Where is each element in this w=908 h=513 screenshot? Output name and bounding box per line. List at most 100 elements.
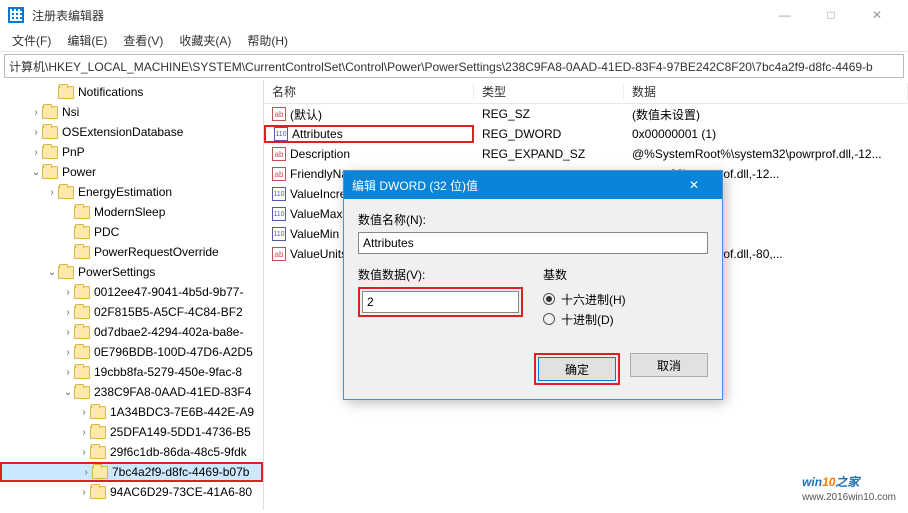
value-data-label: 数值数据(V): (358, 266, 523, 283)
tree-node[interactable]: › 0E796BDB-100D-47D6-A2D5 (0, 342, 263, 362)
tree-node[interactable]: ›19cbb8fa-5279-450e-9fac-8 (0, 362, 263, 382)
tree-node[interactable]: ModernSleep (0, 202, 263, 222)
tree-label: 0E796BDB-100D-47D6-A2D5 (94, 345, 253, 359)
chevron-icon[interactable]: › (62, 287, 74, 298)
tree-label: EnergyEstimation (78, 185, 172, 199)
tree-node[interactable]: ›7bc4a2f9-d8fc-4469-b07b (0, 462, 263, 482)
chevron-icon[interactable]: › (30, 107, 42, 118)
chevron-icon[interactable]: › (78, 407, 90, 418)
chevron-icon[interactable]: › (30, 147, 42, 158)
tree-node[interactable]: › PnP (0, 142, 263, 162)
tree-label: 0012ee47-9041-4b5d-9b77- (94, 285, 243, 299)
tree-label: Nsi (62, 105, 79, 119)
list-row[interactable]: abDescriptionREG_EXPAND_SZ@%SystemRoot%\… (264, 144, 908, 164)
value-name-input[interactable] (358, 232, 708, 254)
chevron-icon[interactable]: › (78, 487, 90, 498)
tree-node[interactable]: PDC (0, 222, 263, 242)
tree-label: ModernSleep (94, 205, 165, 219)
maximize-button[interactable]: □ (808, 0, 854, 30)
tree-node[interactable]: ›0d7dbae2-4294-402a-ba8e- (0, 322, 263, 342)
folder-icon (58, 266, 74, 279)
chevron-icon[interactable]: › (62, 367, 74, 378)
tree-node[interactable]: ›25DFA149-5DD1-4736-B5 (0, 422, 263, 442)
value-name: ValueMax (290, 207, 342, 221)
folder-icon (74, 246, 90, 259)
value-data-input[interactable] (362, 291, 519, 313)
string-icon: ab (272, 167, 286, 181)
chevron-icon[interactable]: › (80, 467, 92, 478)
menu-help[interactable]: 帮助(H) (239, 32, 296, 49)
tree-label: PnP (62, 145, 85, 159)
tree-node[interactable]: › EnergyEstimation (0, 182, 263, 202)
tree-node[interactable]: ⌄ 238C9FA8-0AAD-41ED-83F4 (0, 382, 263, 402)
tree-node[interactable]: ›1A34BDC3-7E6B-442E-A9 (0, 402, 263, 422)
menu-bar: 文件(F) 编辑(E) 查看(V) 收藏夹(A) 帮助(H) (0, 30, 908, 52)
chevron-icon[interactable]: › (46, 187, 58, 198)
value-name: Attributes (292, 127, 343, 141)
value-name: ValueMin (290, 227, 339, 241)
folder-icon (74, 326, 90, 339)
menu-view[interactable]: 查看(V) (115, 32, 171, 49)
value-name-label: 数值名称(N): (358, 211, 708, 228)
value-type: REG_EXPAND_SZ (474, 147, 624, 161)
cancel-button[interactable]: 取消 (630, 353, 708, 377)
radio-hex-icon (543, 293, 555, 305)
value-type: REG_SZ (474, 107, 624, 121)
chevron-icon[interactable]: › (78, 447, 90, 458)
address-bar[interactable]: 计算机\HKEY_LOCAL_MACHINE\SYSTEM\CurrentCon… (4, 54, 904, 78)
chevron-icon[interactable]: › (30, 127, 42, 138)
tree-node[interactable]: ›OSExtensionDatabase (0, 122, 263, 142)
radio-dec[interactable]: 十进制(D) (543, 309, 708, 329)
binary-icon: 110 (272, 227, 286, 241)
list-row[interactable]: 110 Attributes REG_DWORD0x00000001 (1) (264, 124, 908, 144)
ok-button[interactable]: 确定 (538, 357, 616, 381)
radio-hex[interactable]: 十六进制(H) (543, 289, 708, 309)
tree-label: PowerRequestOverride (94, 245, 219, 259)
radio-dec-icon (543, 313, 555, 325)
value-data: 0x00000001 (1) (624, 127, 908, 141)
chevron-icon[interactable]: › (62, 307, 74, 318)
menu-file[interactable]: 文件(F) (4, 32, 59, 49)
chevron-icon[interactable]: ⌄ (30, 167, 42, 178)
binary-icon: 110 (274, 127, 288, 141)
tree-label: 02F815B5-A5CF-4C84-BF2 (94, 305, 243, 319)
tree-label: 238C9FA8-0AAD-41ED-83F4 (94, 385, 251, 399)
chevron-icon[interactable]: ⌄ (46, 267, 58, 278)
menu-favorites[interactable]: 收藏夹(A) (171, 32, 239, 49)
tree-node[interactable]: Notifications (0, 82, 263, 102)
chevron-icon[interactable]: ⌄ (62, 387, 74, 398)
folder-icon (74, 286, 90, 299)
dialog-close-button[interactable]: ✕ (674, 178, 714, 192)
folder-icon (74, 346, 90, 359)
chevron-icon[interactable]: › (62, 347, 74, 358)
tree-node[interactable]: ⌄Power (0, 162, 263, 182)
registry-tree[interactable]: Notifications›Nsi›OSExtensionDatabase›Pn… (0, 80, 264, 510)
folder-icon (42, 146, 58, 159)
tree-node[interactable]: › 0012ee47-9041-4b5d-9b77- (0, 282, 263, 302)
string-icon: ab (272, 247, 286, 261)
tree-node[interactable]: › Nsi (0, 102, 263, 122)
tree-node[interactable]: ›94AC6D29-73CE-41A6-80 (0, 482, 263, 502)
address-path: 计算机\HKEY_LOCAL_MACHINE\SYSTEM\CurrentCon… (9, 58, 873, 75)
tree-node[interactable]: PowerRequestOverride (0, 242, 263, 262)
folder-icon (74, 206, 90, 219)
close-button[interactable]: ✕ (854, 0, 900, 30)
chevron-icon[interactable]: › (78, 427, 90, 438)
value-type: REG_DWORD (474, 127, 624, 141)
string-icon: ab (272, 147, 286, 161)
dialog-titlebar[interactable]: 编辑 DWORD (32 位)值 ✕ (344, 171, 722, 199)
minimize-button[interactable]: — (762, 0, 808, 30)
tree-node[interactable]: ⌄PowerSettings (0, 262, 263, 282)
header-name[interactable]: 名称 (264, 83, 474, 100)
tree-node[interactable]: › 02F815B5-A5CF-4C84-BF2 (0, 302, 263, 322)
window-titlebar: 注册表编辑器 — □ ✕ (0, 0, 908, 30)
folder-icon (74, 306, 90, 319)
menu-edit[interactable]: 编辑(E) (59, 32, 115, 49)
header-type[interactable]: 类型 (474, 83, 624, 100)
base-label: 基数 (543, 266, 708, 283)
list-row[interactable]: ab(默认)REG_SZ(数值未设置) (264, 104, 908, 124)
header-data[interactable]: 数据 (624, 83, 908, 100)
folder-icon (42, 166, 58, 179)
chevron-icon[interactable]: › (62, 327, 74, 338)
tree-node[interactable]: ›29f6c1db-86da-48c5-9fdk (0, 442, 263, 462)
